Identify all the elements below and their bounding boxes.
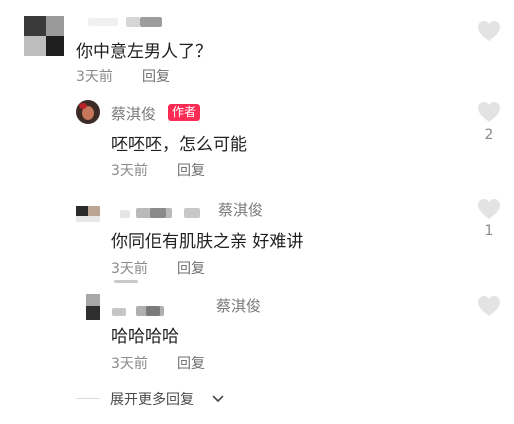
expand-divider bbox=[76, 398, 100, 399]
reply-to-name[interactable]: 蔡淇俊 bbox=[216, 295, 261, 316]
avatar-accent bbox=[79, 103, 87, 109]
like-heart-icon[interactable] bbox=[477, 198, 501, 220]
reply-to-name[interactable]: 蔡淇俊 bbox=[218, 199, 263, 220]
avatar-pixel bbox=[88, 206, 100, 216]
avatar-pixel bbox=[76, 206, 88, 216]
chevron-down-icon[interactable] bbox=[212, 393, 224, 405]
avatar-pixel bbox=[86, 306, 100, 320]
avatar-pixel bbox=[24, 16, 46, 36]
reply-button[interactable]: 回复 bbox=[177, 160, 205, 180]
censored-mark bbox=[114, 280, 138, 283]
reply-button[interactable]: 回复 bbox=[177, 353, 205, 373]
censored-username bbox=[146, 306, 160, 316]
reply-avatar[interactable] bbox=[86, 294, 100, 320]
reply-text: 哈哈哈哈 bbox=[111, 327, 179, 347]
censored-username bbox=[140, 17, 162, 27]
avatar-pixel bbox=[46, 36, 64, 56]
like-count: 1 bbox=[484, 223, 494, 239]
avatar-pixel bbox=[86, 294, 100, 306]
like-heart-icon[interactable] bbox=[477, 20, 501, 42]
reply-time: 3天前 bbox=[111, 163, 148, 179]
reply-avatar[interactable] bbox=[76, 100, 100, 124]
reply-button[interactable]: 回复 bbox=[142, 66, 170, 86]
censored-username bbox=[126, 17, 140, 27]
reply-time: 3天前 bbox=[111, 356, 148, 372]
expand-more-replies-button[interactable]: 展开更多回复 bbox=[110, 389, 194, 409]
censored-username bbox=[88, 18, 118, 26]
reply-text: 呸呸呸，怎么可能 bbox=[111, 135, 247, 155]
reply-author-name[interactable]: 蔡淇俊 bbox=[111, 103, 156, 124]
censored-username bbox=[120, 210, 130, 218]
like-heart-icon[interactable] bbox=[477, 295, 501, 317]
reply-avatar[interactable] bbox=[76, 206, 100, 222]
reply-button[interactable]: 回复 bbox=[177, 258, 205, 278]
like-count: 2 bbox=[484, 127, 494, 143]
censored-username bbox=[184, 208, 200, 218]
comment-text: 你中意左男人了？ bbox=[76, 42, 212, 62]
comment-time: 3天前 bbox=[76, 69, 113, 85]
like-heart-icon[interactable] bbox=[477, 101, 501, 123]
censored-username bbox=[150, 208, 166, 218]
avatar-pixel bbox=[46, 16, 64, 36]
censored-username bbox=[112, 308, 126, 316]
author-badge: 作者 bbox=[168, 104, 201, 121]
reply-time: 3天前 bbox=[111, 261, 148, 277]
avatar-pixel bbox=[24, 36, 46, 56]
comment-avatar[interactable] bbox=[24, 16, 64, 56]
reply-text: 你同佢有肌肤之亲 好难讲 bbox=[111, 232, 304, 252]
